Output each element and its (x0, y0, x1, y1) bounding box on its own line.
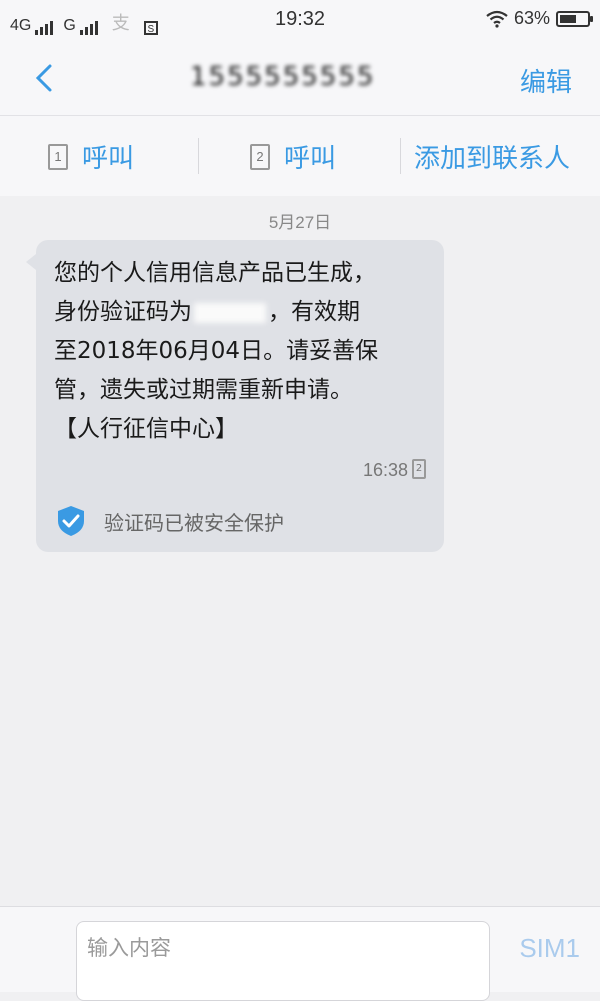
call-sim1-button[interactable]: 1 呼叫 (48, 138, 134, 175)
message-input[interactable]: 输入内容 (76, 921, 490, 1001)
add-to-contacts-button[interactable]: 添加到联系人 (414, 138, 570, 175)
message-time: 16:38 (362, 460, 408, 480)
call-sim2-button[interactable]: 2 呼叫 (250, 138, 336, 175)
conversation-header: 1555555555 编辑 (0, 40, 600, 115)
edit-button[interactable]: 编辑 (520, 62, 572, 99)
back-arrow-icon[interactable] (30, 58, 60, 98)
message-line: 至2018年06月04日。请妥善保 (54, 338, 379, 364)
add-to-contacts-label: 添加到联系人 (414, 144, 571, 174)
security-note-label: 验证码已被安全保护 (104, 510, 284, 535)
status-right: 63% (486, 8, 593, 29)
call-sim2-label: 呼叫 (284, 144, 337, 174)
message-line: 管，遗失或过期需重新申请。 (54, 377, 353, 403)
contact-number: 1555555555 (190, 62, 376, 92)
compose-bar: 输入内容 SIM1 (0, 906, 600, 1001)
message-input-placeholder: 输入内容 (87, 936, 171, 960)
action-bar: 1 呼叫 2 呼叫 添加到联系人 (0, 115, 600, 196)
wifi-icon (486, 10, 508, 28)
sim2-small-icon: 2 (412, 459, 426, 479)
message-line: ，有效期 (268, 299, 360, 325)
call-sim1-label: 呼叫 (82, 144, 135, 174)
divider (400, 138, 401, 174)
security-note[interactable]: 验证码已被安全保护 (54, 504, 284, 538)
message-text: 您的个人信用信息产品已生成， 身份验证码为 ，有效期 至2018年06月04日。请… (54, 254, 434, 449)
message-bubble[interactable]: 您的个人信用信息产品已生成， 身份验证码为 ，有效期 至2018年06月04日。请… (26, 240, 444, 552)
message-line: 您的个人信用信息产品已生成， (54, 260, 376, 286)
sim2-icon: 2 (250, 143, 270, 170)
divider (198, 138, 199, 174)
message-line: 【人行征信中心】 (54, 416, 238, 442)
sim1-icon: 1 (48, 143, 68, 170)
battery-percent: 63% (513, 8, 550, 28)
status-bar: 4G G 支 S 19:32 63% (0, 0, 600, 40)
send-sim1-button[interactable]: SIM1 (519, 933, 580, 964)
redacted-code (194, 302, 266, 323)
battery-icon (556, 10, 593, 27)
message-line: 身份验证码为 (54, 299, 192, 325)
shield-check-icon (58, 506, 84, 536)
date-separator: 5月27日 (268, 213, 332, 232)
